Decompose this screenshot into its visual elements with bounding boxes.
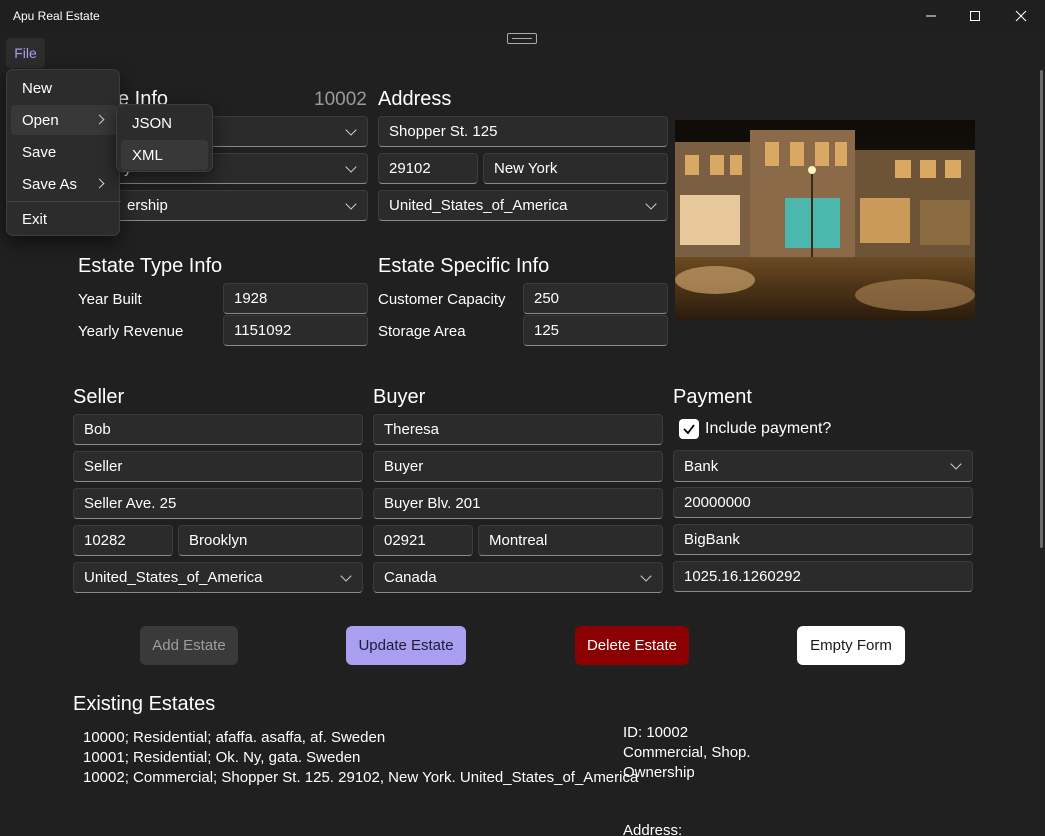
- estate-id: 10002: [314, 89, 367, 110]
- window-title: Apu Real Estate: [13, 9, 100, 23]
- add-estate-button[interactable]: Add Estate: [140, 626, 238, 665]
- menu-item-new[interactable]: New: [11, 73, 117, 103]
- seller-city-input[interactable]: Brooklyn: [178, 525, 363, 556]
- vertical-scrollbar[interactable]: [1040, 70, 1043, 548]
- year-built-input[interactable]: 1928: [223, 283, 368, 314]
- customer-capacity-input[interactable]: 250: [523, 283, 668, 314]
- estate-list-item[interactable]: 10000; Residential; afaffa. asaffa, af. …: [83, 729, 385, 746]
- yearly-revenue-label: Yearly Revenue: [78, 323, 184, 340]
- storage-area-label: Storage Area: [378, 323, 466, 340]
- chevron-down-icon: [345, 160, 357, 173]
- update-estate-button[interactable]: Update Estate: [346, 626, 466, 665]
- minimize-icon: [926, 15, 936, 17]
- chevron-down-icon: [950, 458, 962, 470]
- chevron-right-icon: [94, 178, 105, 189]
- estate-type-info-heading: Estate Type Info: [78, 255, 223, 277]
- buyer-country-select[interactable]: Canada: [373, 562, 663, 593]
- buyer-zip-input[interactable]: 02921: [373, 525, 473, 556]
- submenu-item-xml-label: XML: [132, 146, 163, 164]
- close-button[interactable]: [998, 0, 1044, 32]
- address-zip-input[interactable]: 29102: [378, 153, 478, 184]
- storage-area-input[interactable]: 125: [523, 315, 668, 346]
- details-address-label: Address:: [623, 822, 683, 836]
- legal-form-select[interactable]: ership: [78, 190, 368, 221]
- menu-item-save-label: Save: [22, 143, 57, 161]
- maximize-button[interactable]: [952, 0, 998, 32]
- drag-handle-icon[interactable]: [507, 33, 537, 44]
- menu-item-open[interactable]: Open: [11, 105, 117, 135]
- buyer-country-value: Canada: [384, 569, 437, 586]
- include-payment-label: Include payment?: [705, 420, 832, 437]
- chevron-down-icon: [345, 123, 357, 136]
- menu-file[interactable]: File: [6, 38, 45, 68]
- address-heading: Address: [378, 88, 452, 110]
- maximize-icon: [970, 11, 980, 21]
- buyer-name-input[interactable]: Theresa: [373, 414, 663, 445]
- minimize-button[interactable]: [908, 0, 954, 32]
- buyer-heading: Buyer: [373, 386, 426, 408]
- estate-photo: [675, 120, 975, 320]
- estate-list-item[interactable]: 10001; Residential; Ok. Ny, gata. Sweden: [83, 749, 360, 766]
- yearly-revenue-input[interactable]: 1151092: [223, 315, 368, 346]
- seller-country-select[interactable]: United_States_of_America: [73, 562, 363, 593]
- year-built-label: Year Built: [78, 291, 142, 308]
- payment-heading: Payment: [673, 386, 752, 408]
- menu-item-save-as[interactable]: Save As: [11, 169, 117, 199]
- seller-heading: Seller: [73, 386, 125, 408]
- address-country-value: United_States_of_America: [389, 197, 568, 214]
- chevron-down-icon: [340, 569, 352, 582]
- chevron-down-icon: [640, 569, 652, 582]
- customer-capacity-label: Customer Capacity: [378, 291, 506, 308]
- menu-item-save-as-label: Save As: [22, 175, 78, 193]
- payment-method-select[interactable]: Bank: [673, 450, 973, 482]
- chevron-right-icon: [94, 114, 105, 125]
- menu-item-exit-label: Exit: [22, 210, 48, 228]
- seller-country-value: United_States_of_America: [84, 569, 263, 586]
- open-submenu: JSON XML: [116, 104, 213, 172]
- seller-name-input[interactable]: Bob: [73, 414, 363, 445]
- buyer-role-input[interactable]: Buyer: [373, 451, 663, 482]
- payment-method-value: Bank: [684, 457, 719, 475]
- delete-estate-button[interactable]: Delete Estate: [575, 626, 689, 665]
- existing-estates-heading: Existing Estates: [73, 693, 216, 715]
- chevron-down-icon: [345, 197, 357, 210]
- chevron-down-icon: [645, 197, 657, 210]
- seller-zip-input[interactable]: 10282: [73, 525, 173, 556]
- payment-bank-input[interactable]: BigBank: [673, 524, 973, 555]
- payment-amount-input[interactable]: 20000000: [673, 487, 973, 518]
- empty-form-button[interactable]: Empty Form: [797, 626, 905, 665]
- menu-separator: [7, 201, 121, 202]
- estate-specific-info-heading: Estate Specific Info: [378, 255, 550, 277]
- seller-street-input[interactable]: Seller Ave. 25: [73, 488, 363, 519]
- buyer-city-input[interactable]: Montreal: [478, 525, 663, 556]
- estate-list-item[interactable]: 10002; Commercial; Shopper St. 125. 2910…: [83, 769, 638, 786]
- menu-item-exit[interactable]: Exit: [11, 204, 117, 234]
- payment-account-input[interactable]: 1025.16.1260292: [673, 561, 973, 592]
- address-street-input[interactable]: Shopper St. 125: [378, 116, 668, 147]
- menu-item-save[interactable]: Save: [11, 137, 117, 167]
- title-bar: [0, 0, 1045, 32]
- details-id: ID: 10002: [623, 724, 689, 741]
- seller-role-input[interactable]: Seller: [73, 451, 363, 482]
- close-icon: [1015, 10, 1027, 22]
- details-legal-form: Ownership: [623, 764, 695, 781]
- address-country-select[interactable]: United_States_of_America: [378, 190, 668, 221]
- submenu-item-json-label: JSON: [132, 114, 173, 132]
- buyer-street-input[interactable]: Buyer Blv. 201: [373, 488, 663, 519]
- details-type: Commercial, Shop.: [623, 744, 751, 761]
- submenu-item-xml[interactable]: XML: [121, 140, 208, 170]
- address-city-input[interactable]: New York: [483, 153, 668, 184]
- menu-item-open-label: Open: [22, 111, 59, 129]
- file-menu-dropdown: New Open Save Save As Exit: [6, 69, 121, 236]
- submenu-item-json[interactable]: JSON: [121, 108, 208, 138]
- include-payment-checkbox[interactable]: [679, 419, 699, 439]
- checkmark-icon: [683, 424, 695, 435]
- menu-item-new-label: New: [22, 79, 53, 97]
